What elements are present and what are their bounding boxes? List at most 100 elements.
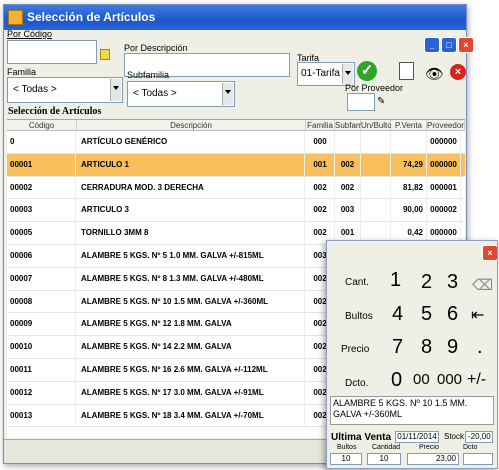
cell-codigo: 00001 bbox=[7, 153, 76, 176]
col-header-descripcion[interactable]: Descripción bbox=[77, 120, 306, 131]
familia-label: Familia bbox=[7, 67, 37, 77]
cell-unbulto bbox=[361, 153, 391, 176]
accept-check-icon[interactable]: ✓ bbox=[357, 61, 377, 81]
cell-pventa: 90,00 bbox=[391, 199, 427, 222]
product-description: ALAMBRE 5 KGS. Nº 10 1.5 MM. GALVA +/-36… bbox=[330, 396, 494, 425]
minimize-icon[interactable]: _ bbox=[424, 37, 440, 53]
cell-proveedor: 000000 bbox=[427, 153, 461, 176]
cell-proveedor: 000001 bbox=[427, 176, 461, 199]
key-7[interactable]: 7 bbox=[392, 336, 403, 359]
search-proveedor-icon[interactable]: ✎ bbox=[377, 96, 385, 107]
cell-descripcion: ARTÍCULO GENÉRICO bbox=[77, 131, 305, 153]
key-9[interactable]: 9 bbox=[447, 336, 458, 359]
app-icon bbox=[8, 10, 23, 25]
cell-unbulto bbox=[361, 199, 391, 222]
col-header-familia[interactable]: Familia bbox=[306, 120, 335, 131]
cell-unbulto bbox=[361, 131, 391, 153]
bultos-field[interactable]: 10 bbox=[330, 453, 362, 465]
cell-codigo: 00003 bbox=[7, 199, 76, 222]
cell-familia: 001 bbox=[306, 153, 335, 176]
key-4[interactable]: 4 bbox=[392, 303, 403, 326]
cancel-x-icon[interactable]: × bbox=[450, 64, 466, 80]
cell-pventa: 74,29 bbox=[391, 153, 427, 176]
ultima-venta-label: Ultima Venta bbox=[331, 432, 392, 443]
cell-codigo: 0 bbox=[7, 131, 76, 153]
cell-descripcion: ALAMBRE 5 KGS. Nº 16 2.6 MM. GALVA +/-11… bbox=[77, 358, 305, 381]
table-row[interactable]: 00003 ARTICULO 3 002 003 90,00 000002 bbox=[7, 199, 465, 223]
table-row[interactable]: 0 ARTÍCULO GENÉRICO 000 000000 bbox=[7, 131, 465, 154]
key-plus-minus[interactable]: +/- bbox=[467, 371, 486, 389]
descripcion-label: Por Descripción bbox=[124, 43, 188, 53]
col-header-unbulto[interactable]: Un/Bulto bbox=[361, 120, 392, 131]
key-00[interactable]: 00 bbox=[413, 371, 430, 388]
cell-descripcion: ARTICULO 1 bbox=[77, 153, 305, 176]
subfamilia-select[interactable]: < Todas > bbox=[127, 81, 235, 107]
eye-icon[interactable]: 👁 bbox=[425, 65, 444, 83]
cell-codigo: 00006 bbox=[7, 244, 76, 267]
key-2[interactable]: 2 bbox=[421, 271, 432, 294]
cell-pventa bbox=[391, 131, 427, 153]
cell-pventa: 81,82 bbox=[391, 176, 427, 199]
document-icon[interactable] bbox=[399, 62, 414, 80]
window-title: Selección de Artículos bbox=[27, 10, 156, 24]
precio-label: Precio bbox=[341, 344, 370, 355]
eraser-icon[interactable]: ⌫ bbox=[472, 276, 493, 294]
col-header-subfam[interactable]: Subfam bbox=[335, 120, 363, 131]
precio-small-label: Precio bbox=[419, 444, 439, 451]
stock-value: -20,00 bbox=[465, 431, 493, 443]
key-8[interactable]: 8 bbox=[421, 336, 432, 359]
key-3[interactable]: 3 bbox=[447, 271, 458, 294]
close-icon[interactable]: × bbox=[458, 37, 474, 53]
cell-codigo: 00012 bbox=[7, 381, 76, 404]
cell-proveedor: 000000 bbox=[427, 131, 461, 153]
subfamilia-label: Subfamilia bbox=[127, 70, 170, 80]
bultos-small-label: Bultos bbox=[337, 444, 357, 451]
key-6[interactable]: 6 bbox=[447, 303, 458, 326]
col-header-codigo[interactable]: Código bbox=[7, 120, 77, 131]
cell-familia: 002 bbox=[306, 199, 335, 222]
dcto-field[interactable] bbox=[463, 453, 493, 465]
backspace-arrow-icon[interactable]: ⇤ bbox=[471, 305, 484, 325]
dcto-small-label: Dcto bbox=[463, 444, 478, 451]
cell-descripcion: ALAMBRE 5 KGS. Nº 5 1.0 MM. GALVA +/-815… bbox=[77, 244, 305, 267]
codigo-input[interactable] bbox=[7, 40, 97, 64]
cell-codigo: 00008 bbox=[7, 290, 76, 313]
proveedor-label: Por Proveedor bbox=[345, 83, 404, 93]
cell-subfam: 003 bbox=[335, 199, 361, 222]
cell-descripcion: ALAMBRE 5 KGS. Nº 10 1.5 MM. GALVA +/-36… bbox=[77, 290, 305, 313]
key-5[interactable]: 5 bbox=[421, 303, 432, 326]
familia-value: < Todas > bbox=[13, 84, 57, 95]
cell-descripcion: ALAMBRE 5 KGS. Nº 12 1.8 MM. GALVA bbox=[77, 313, 305, 336]
cell-codigo: 00002 bbox=[7, 176, 76, 199]
maximize-icon[interactable]: □ bbox=[441, 37, 457, 53]
quantity-keypad-popup: × Cant. 1 2 3 ⌫ Bultos 4 5 6 ⇤ Precio 7 … bbox=[326, 240, 498, 469]
familia-select[interactable]: < Todas > bbox=[7, 77, 123, 103]
title-bar: Selección de Artículos bbox=[4, 5, 466, 30]
chevron-down-icon[interactable] bbox=[342, 64, 353, 84]
col-header-pventa[interactable]: P.Venta bbox=[391, 120, 427, 131]
cell-familia: 002 bbox=[306, 176, 335, 199]
cell-descripcion: ARTICULO 3 bbox=[77, 199, 305, 222]
key-dot[interactable]: . bbox=[477, 336, 483, 359]
col-header-proveedor[interactable]: Proveedor bbox=[427, 120, 465, 131]
codigo-label: Por Código bbox=[7, 29, 53, 39]
table-row[interactable]: 00001 ARTICULO 1 001 002 74,29 000000 bbox=[7, 153, 465, 177]
cell-descripcion: TORNILLO 3MM 8 bbox=[77, 222, 305, 244]
key-1[interactable]: 1 bbox=[390, 269, 401, 292]
cell-subfam: 002 bbox=[335, 153, 361, 176]
precio-field[interactable]: 23,00 bbox=[407, 453, 459, 465]
chevron-down-icon[interactable] bbox=[110, 79, 121, 101]
chevron-down-icon[interactable] bbox=[222, 83, 233, 105]
cantidad-field[interactable]: 10 bbox=[367, 453, 401, 465]
cell-descripcion: ALAMBRE 5 KGS. Nº 17 3.0 MM. GALVA +/-91… bbox=[77, 381, 305, 404]
section-title: Selección de Artículos bbox=[8, 106, 102, 117]
cantidad-small-label: Cantidad bbox=[372, 444, 401, 451]
lightbulb-icon[interactable] bbox=[100, 49, 110, 60]
close-icon[interactable]: × bbox=[482, 245, 497, 261]
key-000[interactable]: 000 bbox=[437, 371, 462, 388]
table-row[interactable]: 00002 CERRADURA MOD. 3 DERECHA 002 002 81,82… bbox=[7, 176, 465, 200]
cell-codigo: 00011 bbox=[7, 358, 76, 381]
proveedor-input[interactable] bbox=[347, 93, 375, 111]
key-0[interactable]: 0 bbox=[391, 369, 402, 392]
cell-subfam bbox=[335, 131, 361, 153]
